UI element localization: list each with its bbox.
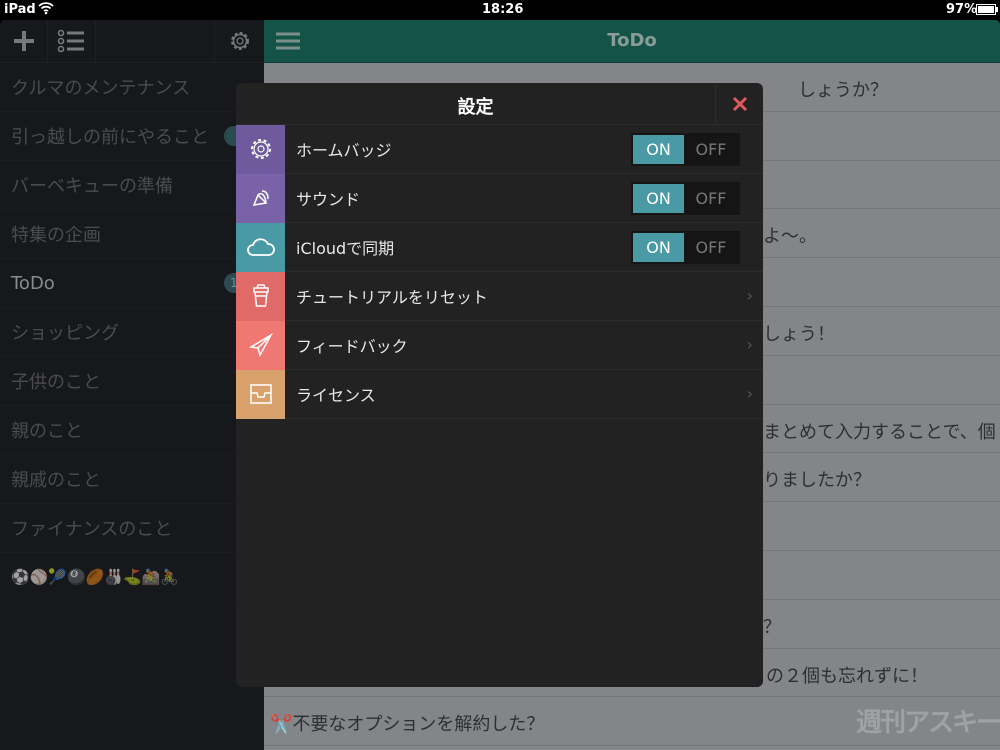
cloud-icon	[236, 222, 285, 272]
battery-icon	[976, 4, 998, 19]
cup-icon	[236, 271, 285, 321]
todo-text: の２個も忘れずに！	[766, 665, 928, 687]
setting-sound: サウンド ON OFF	[236, 173, 763, 223]
todo-text: ✂️不要なオプションを解約した？	[270, 714, 545, 736]
icloud-toggle[interactable]: ON OFF	[631, 231, 740, 264]
watermark: 週刊アスキー	[856, 708, 1000, 738]
setting-icloud-sync: iCloudで同期 ON OFF	[236, 222, 763, 272]
chevron-right-icon: ›	[746, 384, 753, 403]
setting-label: ライセンス	[296, 386, 376, 405]
dialog-title: 設定	[457, 97, 494, 118]
sidebar-item-label: 親戚のこと	[11, 470, 101, 491]
status-bar: iPad 18:26 97%	[0, 0, 1000, 20]
sidebar-item-label: クルマのメンテナンス	[11, 78, 191, 99]
sidebar-item-label: ショッピング	[11, 323, 119, 344]
sidebar-item[interactable]: ファイナンスのこと	[0, 504, 264, 553]
toggle-on[interactable]: ON	[633, 184, 684, 213]
settings-dialog: 設定 ホームバッジ ON OFF サウンド ON OFF iCloudで同期 ON O…	[236, 83, 763, 687]
battery-percent: 97%	[946, 2, 978, 17]
setting-feedback[interactable]: フィードバック ›	[236, 320, 763, 370]
sidebar-item[interactable]: 親戚のこと	[0, 455, 264, 504]
setting-label: ホームバッジ	[296, 141, 392, 160]
sidebar-item[interactable]: クルマのメンテナンス	[0, 63, 264, 112]
chevron-right-icon: ›	[746, 335, 753, 354]
list-button[interactable]	[48, 20, 96, 62]
sidebar-item-label: 特集の企画	[11, 225, 101, 246]
setting-label: フィードバック	[296, 337, 408, 356]
wifi-icon	[38, 1, 54, 19]
sidebar-item[interactable]: 特集の企画	[0, 210, 264, 259]
device-name: iPad	[4, 2, 36, 17]
todo-text: りましたか？	[763, 470, 871, 492]
todo-text: よ〜。	[763, 226, 817, 248]
sidebar-toolbar	[0, 20, 264, 63]
add-button[interactable]	[0, 20, 48, 62]
setting-reset-tutorial[interactable]: チュートリアルをリセット ›	[236, 271, 763, 321]
toggle-on[interactable]: ON	[633, 135, 684, 164]
sidebar-item[interactable]: 親のこと	[0, 406, 264, 455]
sound-toggle[interactable]: ON OFF	[631, 182, 740, 215]
sidebar-item-label: ⚽⚾🎾🎱🏉🎳⛳🚵🚴	[11, 568, 180, 586]
sidebar-item-label: ファイナンスのこと	[11, 519, 173, 540]
sidebar-item-label: 子供のこと	[11, 372, 101, 393]
sidebar-item[interactable]: ⚽⚾🎾🎱🏉🎳⛳🚵🚴	[0, 553, 264, 602]
main-header: ToDo	[264, 20, 1000, 63]
sidebar-list: クルマのメンテナンス 引っ越しの前にやること バーベキューの準備 特集の企画 T…	[0, 63, 264, 602]
todo-text: ？	[763, 616, 781, 638]
toggle-off[interactable]: OFF	[684, 233, 738, 262]
gear-icon	[230, 32, 249, 50]
sidebar-item[interactable]: 引っ越しの前にやること	[0, 112, 264, 161]
sidebar: クルマのメンテナンス 引っ越しの前にやること バーベキューの準備 特集の企画 T…	[0, 20, 264, 750]
toggle-off[interactable]: OFF	[684, 184, 738, 213]
speaker-icon	[236, 173, 285, 223]
chevron-right-icon: ›	[746, 286, 753, 305]
inbox-icon	[236, 369, 285, 419]
setting-license[interactable]: ライセンス ›	[236, 369, 763, 419]
sidebar-item[interactable]: バーベキューの準備	[0, 161, 264, 210]
sidebar-item-active[interactable]: ToDo 1	[0, 259, 264, 308]
setting-label: サウンド	[296, 190, 361, 209]
dialog-header: 設定	[236, 83, 763, 125]
home-badge-toggle[interactable]: ON OFF	[631, 133, 740, 166]
settings-button[interactable]	[214, 20, 264, 62]
todo-text: しょうか？	[798, 80, 888, 101]
sidebar-item-label: 親のこと	[11, 421, 83, 442]
setting-label: iCloudで同期	[296, 239, 395, 258]
close-button[interactable]	[715, 83, 763, 125]
sidebar-item-label: バーベキューの準備	[11, 176, 173, 197]
sidebar-item[interactable]: ショッピング	[0, 308, 264, 357]
sidebar-item-label: 引っ越しの前にやること	[11, 127, 209, 148]
todo-text: しょう！	[763, 323, 835, 345]
list-icon	[57, 29, 84, 53]
clock: 18:26	[482, 2, 524, 17]
toggle-off[interactable]: OFF	[684, 135, 738, 164]
sidebar-item-label: ToDo	[11, 272, 55, 294]
paper-plane-icon	[236, 320, 285, 370]
sidebar-item[interactable]: 子供のこと	[0, 357, 264, 406]
setting-home-badge: ホームバッジ ON OFF	[236, 124, 763, 174]
close-icon	[732, 96, 747, 112]
page-title: ToDo	[607, 30, 657, 51]
plus-icon	[13, 31, 34, 51]
setting-label: チュートリアルをリセット	[296, 288, 488, 307]
toggle-on[interactable]: ON	[633, 233, 684, 262]
todo-text: まとめて入力することで、個	[763, 421, 996, 443]
gear-icon	[236, 124, 285, 174]
